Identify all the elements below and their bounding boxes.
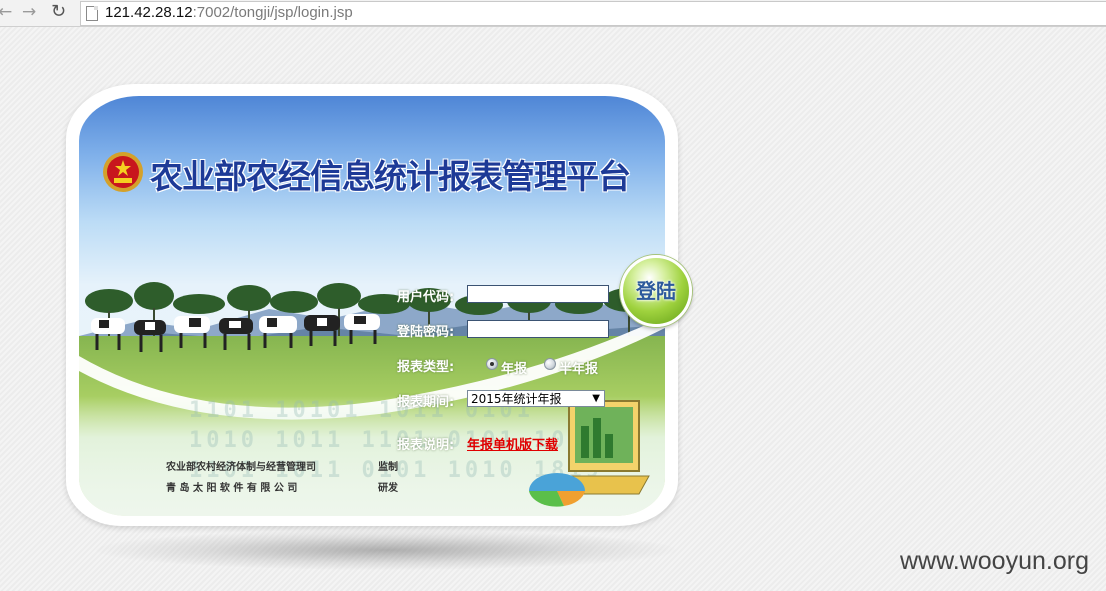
user-code-label: 用户代码: — [397, 290, 455, 305]
radio-semiannual[interactable] — [544, 358, 556, 370]
computer-chart-icon — [529, 400, 650, 507]
period-select-value: 2015年统计年报 — [471, 392, 562, 406]
radio-annual-label[interactable]: 年报 — [501, 358, 527, 377]
page-icon — [86, 6, 98, 21]
url-path: :7002/tongji/jsp/login.jsp — [192, 4, 353, 21]
watermark-text: www.wooyun.org — [900, 547, 1089, 575]
panel-reflection-shadow — [96, 530, 676, 570]
report-desc-label: 报表说明: — [397, 438, 455, 453]
back-arrow-icon[interactable]: ← — [0, 3, 12, 21]
password-label: 登陆密码: — [397, 325, 455, 340]
annual-standalone-download-link[interactable]: 年报单机版下载 — [467, 434, 558, 453]
page-title: 农业部农经信息统计报表管理平台 — [150, 157, 631, 196]
report-type-label: 报表类型: — [397, 360, 455, 375]
forward-arrow-icon[interactable]: → — [22, 3, 36, 21]
reload-icon[interactable]: ↻ — [51, 3, 66, 21]
password-input[interactable] — [467, 320, 609, 338]
url-host: 121.42.28.12 — [105, 4, 193, 21]
period-select[interactable]: 2015年统计年报 ▼ — [467, 390, 605, 407]
address-bar[interactable]: 121.42.28.12:7002/tongji/jsp/login.jsp — [80, 1, 1106, 26]
url-text[interactable]: 121.42.28.12:7002/tongji/jsp/login.jsp — [105, 4, 353, 21]
credit-developer-role: 研发 — [378, 483, 398, 494]
browser-toolbar: ← → ↻ 121.42.28.12:7002/tongji/jsp/login… — [0, 0, 1106, 27]
national-emblem-icon — [103, 152, 143, 192]
login-button[interactable]: 登陆 — [620, 255, 692, 327]
dropdown-arrow-icon: ▼ — [592, 393, 600, 404]
radio-annual[interactable] — [486, 358, 498, 370]
credit-supervisor-role: 监制 — [378, 462, 398, 473]
credit-developer-org: 青 岛 太 阳 软 件 有 限 公 司 — [166, 483, 298, 494]
radio-semiannual-label[interactable]: 半年报 — [559, 358, 598, 377]
user-code-input[interactable] — [467, 285, 609, 303]
credit-supervisor-org: 农业部农村经济体制与经营管理司 — [166, 462, 316, 473]
period-label: 报表期间: — [397, 395, 455, 410]
